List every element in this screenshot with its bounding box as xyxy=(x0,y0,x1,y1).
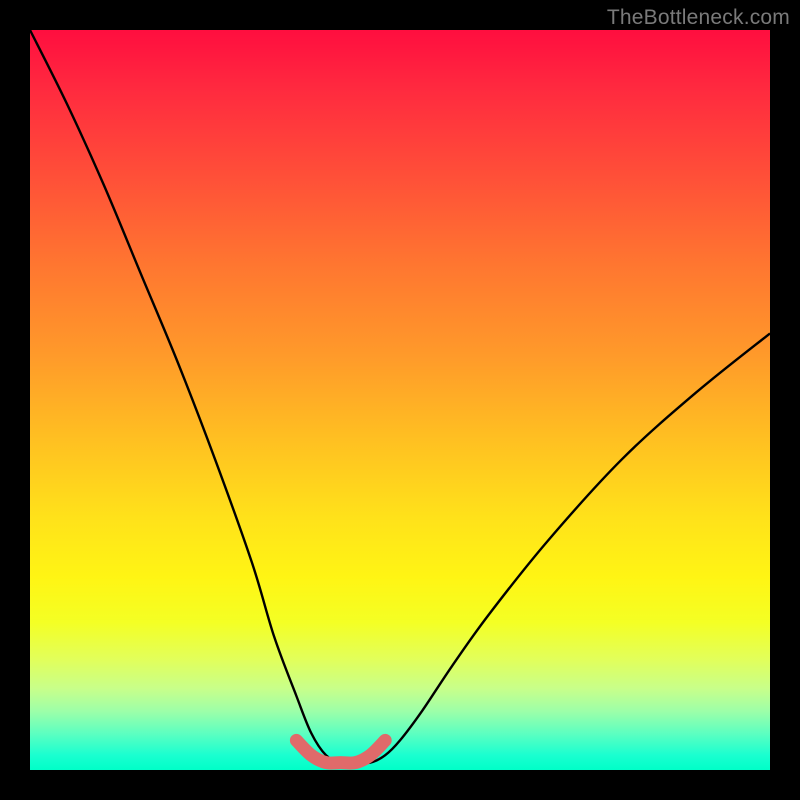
chart-frame: TheBottleneck.com xyxy=(0,0,800,800)
curve-layer xyxy=(30,30,770,770)
bottleneck-curve xyxy=(30,30,770,763)
plot-area xyxy=(30,30,770,770)
bottleneck-curve-path xyxy=(30,30,770,763)
watermark-text: TheBottleneck.com xyxy=(607,6,790,30)
low-bottleneck-marker-path xyxy=(296,740,385,763)
low-bottleneck-marker xyxy=(296,740,385,763)
